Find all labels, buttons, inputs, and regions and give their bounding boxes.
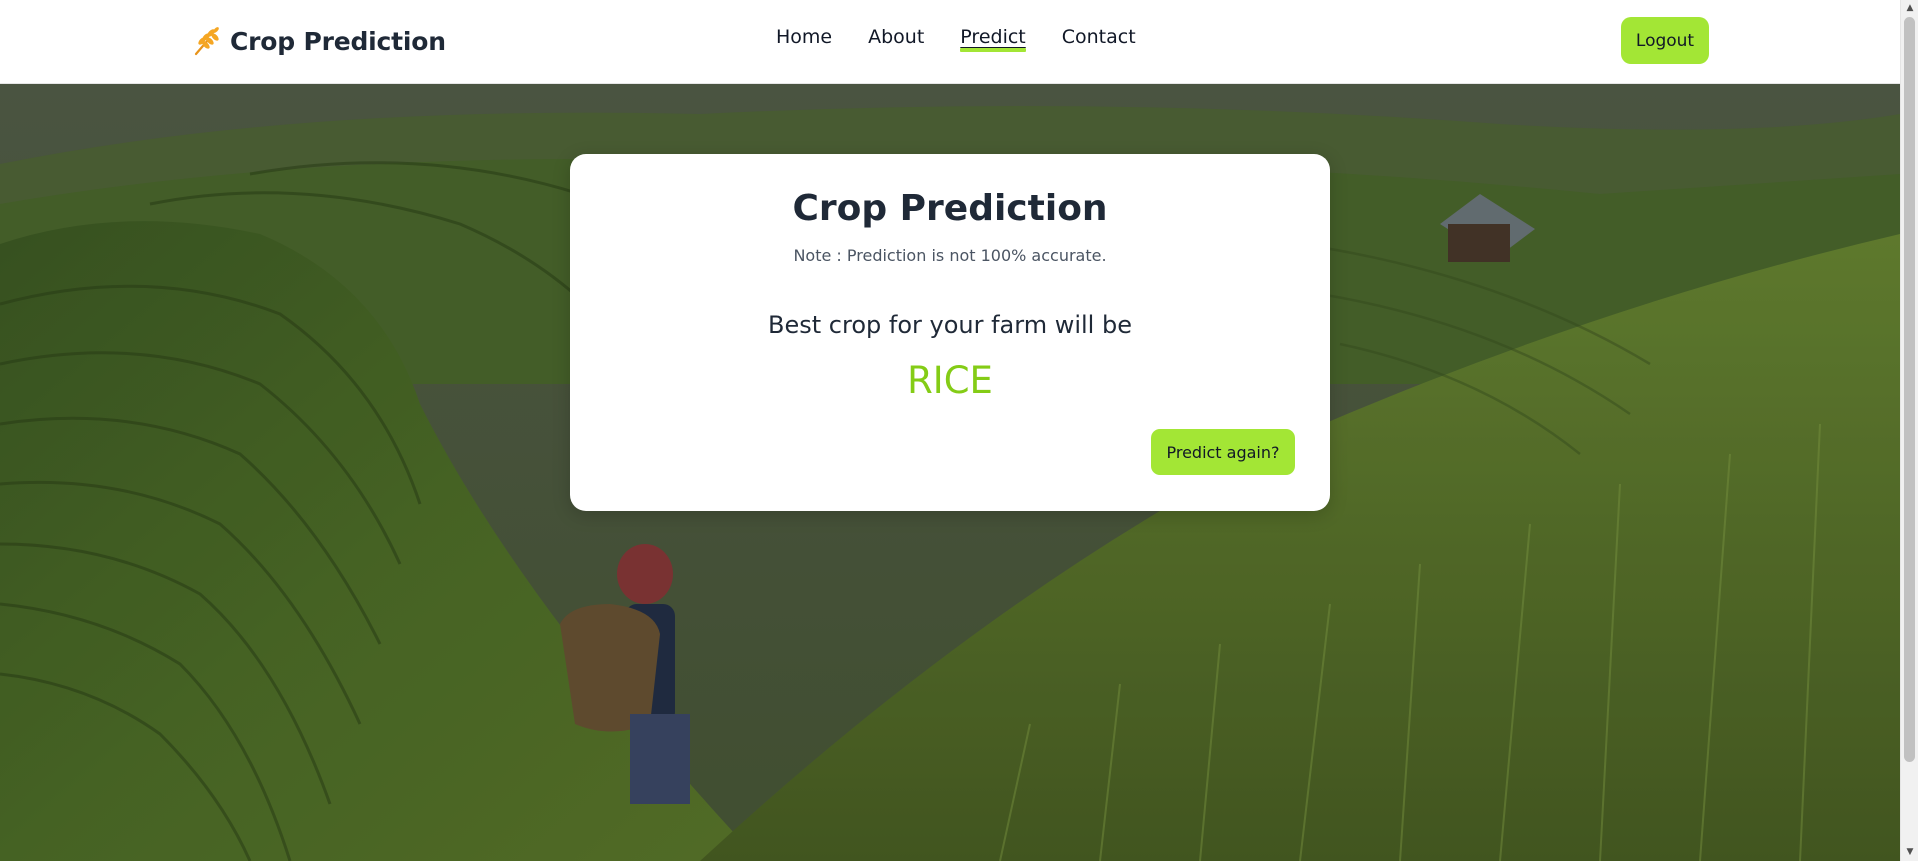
accuracy-note: Note : Prediction is not 100% accurate. (793, 246, 1107, 265)
arrow-down-icon[interactable]: ▼ (1901, 844, 1918, 861)
page: Crop Prediction Home About Predict Conta… (0, 0, 1900, 861)
nav-links: Home About Predict Contact (776, 26, 1136, 52)
logout-button[interactable]: Logout (1621, 17, 1709, 64)
scrollbar-thumb[interactable] (1904, 17, 1915, 762)
prediction-card: Crop Prediction Note : Prediction is not… (570, 154, 1330, 511)
navbar: Crop Prediction Home About Predict Conta… (0, 0, 1900, 84)
predict-again-button[interactable]: Predict again? (1151, 429, 1295, 475)
predicted-crop: RICE (907, 359, 993, 402)
brand[interactable]: Crop Prediction (192, 22, 446, 60)
nav-predict-link[interactable]: Predict (960, 26, 1027, 52)
page-scrollbar[interactable]: ▲ ▼ (1900, 0, 1918, 861)
nav-about-link[interactable]: About (868, 26, 924, 52)
result-subtitle: Best crop for your farm will be (768, 311, 1132, 339)
nav-contact-link[interactable]: Contact (1062, 26, 1136, 52)
arrow-up-icon[interactable]: ▲ (1901, 0, 1918, 17)
wheat-icon (192, 26, 222, 56)
nav-home-link[interactable]: Home (776, 26, 832, 52)
brand-name: Crop Prediction (230, 26, 446, 56)
card-title: Crop Prediction (792, 188, 1108, 229)
